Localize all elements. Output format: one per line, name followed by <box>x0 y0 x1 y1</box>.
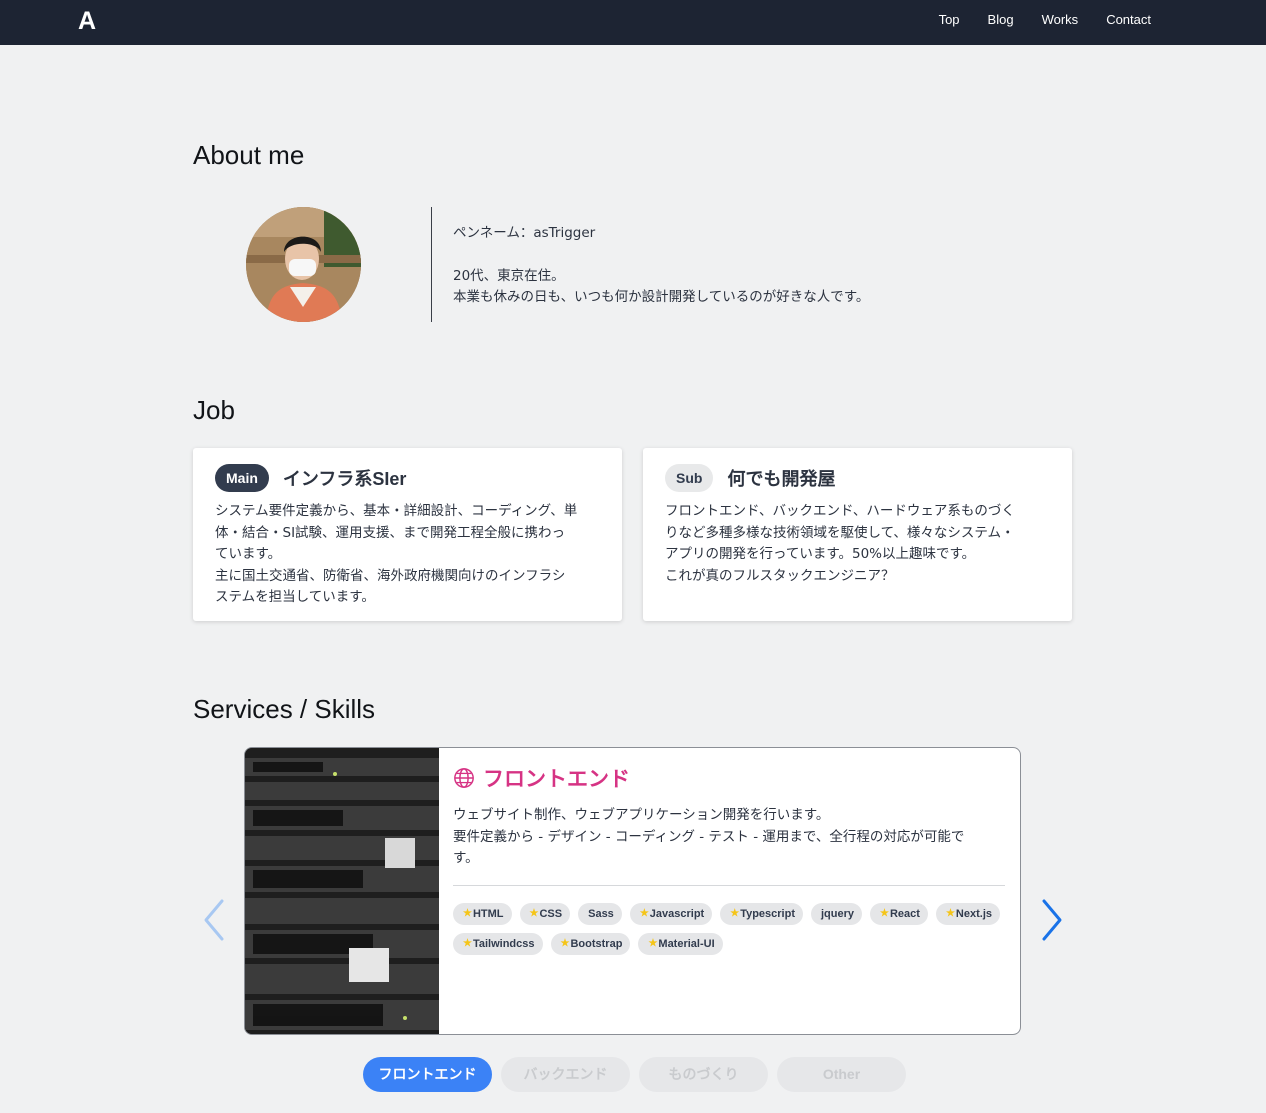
skill-tag: ★ Tailwindcss <box>453 932 543 955</box>
job-desc-line: 体・結合・SI試験、運用支援、まで開発工程全般に携わっ <box>215 524 566 541</box>
skills-tabs: フロントエンド バックエンド ものづくり Other <box>363 1057 906 1092</box>
tab-monozukuri[interactable]: ものづくり <box>639 1057 768 1092</box>
slide-desc-line: ウェブサイト制作、ウェブアプリケーション開発を行います。 <box>453 807 830 823</box>
skill-tag-label: CSS <box>539 907 563 920</box>
job-desc-line: 主に国土交通省、防衛省、海外政府機関向けのインフラシ <box>215 567 566 584</box>
star-icon: ★ <box>730 907 740 919</box>
nav-links: Top Blog Works Contact <box>911 12 1151 27</box>
star-icon: ★ <box>560 937 570 949</box>
globe-icon <box>454 768 474 788</box>
skill-tag: jquery <box>811 902 863 925</box>
skill-tag: ★ Next.js <box>935 902 1000 925</box>
carousel-prev-button[interactable] <box>200 898 230 942</box>
slide-body: フロントエンド ウェブサイト制作、ウェブアプリケーション開発を行います。 要件定… <box>453 764 1005 955</box>
job-desc-line: ています。 <box>215 546 282 562</box>
nav-link-top[interactable]: Top <box>939 12 960 27</box>
star-icon: ★ <box>463 937 472 949</box>
skill-tag: ★ HTML <box>453 902 512 925</box>
job-desc-line: アプリの開発を行っています。50%以上趣味です。 <box>665 546 976 562</box>
skills-heading: Services / Skills <box>193 694 376 724</box>
skill-tag-label: Bootstrap <box>570 937 623 950</box>
tab-frontend[interactable]: フロントエンド <box>363 1057 492 1092</box>
profile-avatar <box>246 207 361 322</box>
skill-tag-label: React <box>889 907 920 920</box>
star-icon: ★ <box>880 907 889 919</box>
skill-tag: ★ CSS <box>519 902 571 925</box>
slide-desc-line: 要件定義から - デザイン - コーディング - テスト - 運用まで、全行程の… <box>453 828 965 845</box>
nav-link-blog[interactable]: Blog <box>988 12 1014 27</box>
job-desc-line: りなど多種多様な技術領域を駆使して、様々なシステム・ <box>665 524 1015 541</box>
about-line-hobby: 本業も休みの日も、いつも何か設計開発しているのが好きな人です。 <box>453 289 870 305</box>
star-icon: ★ <box>648 937 658 949</box>
skill-tag: ★ Typescript <box>720 902 803 925</box>
job-desc-line: これが真のフルスタックエンジニア？ <box>665 567 895 584</box>
server-rack-illustration <box>245 748 439 1034</box>
skill-tag-label: HTML <box>472 907 504 920</box>
slide-title: フロントエンド <box>483 768 630 791</box>
star-icon: ★ <box>529 907 539 919</box>
job-title-main: インフラ系SIer <box>282 469 407 489</box>
slide-description: ウェブサイト制作、ウェブアプリケーション開発を行います。 要件定義から - デザ… <box>453 805 1005 870</box>
sub-badge: Sub <box>665 464 714 492</box>
pen-name: ペンネーム：asTrigger <box>453 225 596 241</box>
chevron-right-icon <box>1042 899 1062 941</box>
star-icon: ★ <box>945 907 955 919</box>
job-desc-line: フロントエンド、バックエンド、ハードウェア系ものづく <box>665 503 1015 519</box>
about-heading: About me <box>193 140 305 170</box>
site-logo[interactable]: A <box>78 7 96 36</box>
job-desc-line: ステムを担当しています。 <box>215 589 375 605</box>
job-card-sub: Sub 何でも開発屋 フロントエンド、バックエンド、ハードウェア系ものづく りな… <box>643 448 1072 621</box>
tab-other[interactable]: Other <box>777 1057 906 1092</box>
about-divider <box>431 207 432 322</box>
skill-tag-label: Typescript <box>740 907 795 920</box>
skill-tag-label: Tailwindcss <box>472 937 535 950</box>
skill-tag-label: Next.js <box>955 907 992 920</box>
profile-photo-illustration <box>246 207 361 322</box>
chevron-left-icon <box>204 899 224 941</box>
skills-carousel: フロントエンド ウェブサイト制作、ウェブアプリケーション開発を行います。 要件定… <box>244 747 1021 1035</box>
job-desc-sub: フロントエンド、バックエンド、ハードウェア系ものづく りなど多種多様な技術領域を… <box>665 501 1050 587</box>
star-icon: ★ <box>639 907 649 919</box>
skill-tag: ★ React <box>870 902 928 925</box>
star-icon: ★ <box>463 907 472 919</box>
skill-tag: Sass <box>578 902 622 925</box>
job-title-sub: 何でも開発屋 <box>727 469 836 489</box>
job-heading: Job <box>193 395 235 425</box>
skill-tag-label: Sass <box>588 907 614 920</box>
slide-divider <box>453 884 1005 886</box>
job-desc-line: システム要件定義から、基本・詳細設計、コーディング、単 <box>215 503 578 519</box>
job-card-main: Main インフラ系SIer システム要件定義から、基本・詳細設計、コーディング… <box>193 448 622 621</box>
about-line-age: 20代、東京在住。 <box>453 268 565 284</box>
tab-backend[interactable]: バックエンド <box>501 1057 630 1092</box>
skill-tag: ★ Bootstrap <box>550 932 631 955</box>
skill-tag: ★ Material-UI <box>638 932 723 955</box>
main-badge: Main <box>215 464 269 492</box>
nav-link-works[interactable]: Works <box>1042 12 1079 27</box>
nav-link-contact[interactable]: Contact <box>1106 12 1151 27</box>
server-rack-image <box>245 748 439 1034</box>
top-navbar: A Top Blog Works Contact <box>0 0 1266 45</box>
skill-tags: ★ HTML ★ CSS Sass ★ Javascript ★ Typescript jquer… <box>453 902 1005 955</box>
skill-tag-label: Javascript <box>649 907 705 920</box>
skill-tag-label: jquery <box>821 907 855 920</box>
job-desc-main: システム要件定義から、基本・詳細設計、コーディング、単 体・結合・SI試験、運用… <box>215 501 600 609</box>
slide-desc-line: す。 <box>453 850 479 866</box>
carousel-next-button[interactable] <box>1036 898 1066 942</box>
skill-tag-label: Material-UI <box>658 937 715 950</box>
skill-tag: ★ Javascript <box>629 902 713 925</box>
about-text: ペンネーム：asTrigger 20代、東京在住。 本業も休みの日も、いつも何か… <box>453 223 869 308</box>
